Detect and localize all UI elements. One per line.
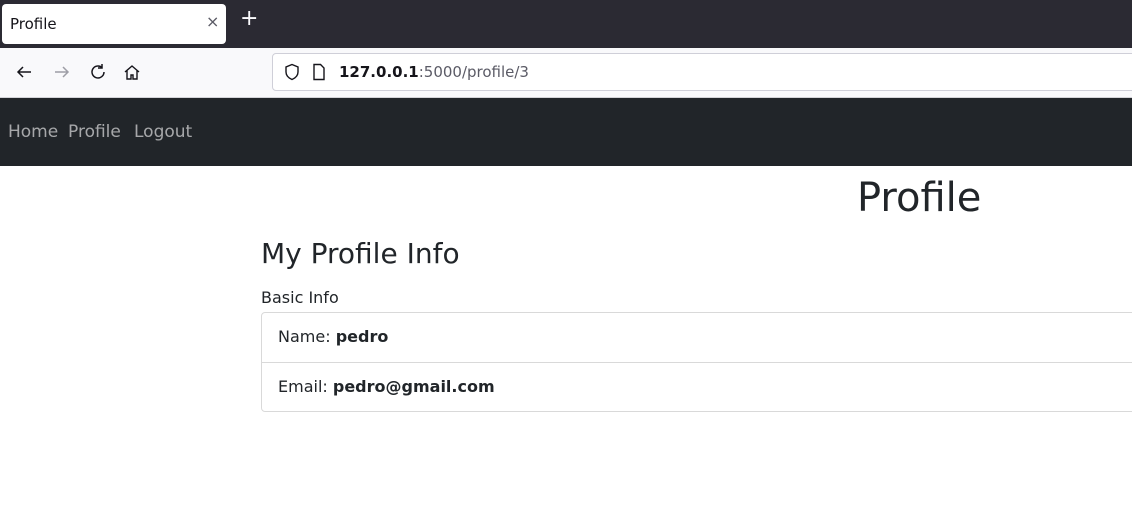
close-tab-icon[interactable]: ×	[206, 12, 219, 31]
page-icon[interactable]	[311, 63, 327, 85]
browser-toolbar: 127.0.0.1:5000/profile/3	[0, 48, 1132, 98]
new-tab-button[interactable]: +	[240, 8, 258, 30]
browser-tab-strip: Profile × +	[0, 0, 1132, 48]
section-title: My Profile Info	[261, 237, 460, 270]
url-path: :5000/profile/3	[418, 63, 529, 81]
url-bar[interactable]: 127.0.0.1:5000/profile/3	[272, 53, 1132, 91]
browser-tab[interactable]: Profile ×	[2, 4, 226, 44]
email-label: Email:	[278, 377, 333, 396]
email-value: pedro@gmail.com	[332, 377, 495, 396]
basic-info-label: Basic Info	[261, 288, 339, 307]
home-icon[interactable]	[122, 62, 142, 82]
name-label: Name:	[278, 327, 336, 346]
list-item-name: Name: pedro	[262, 313, 1132, 362]
nav-profile-link[interactable]: Profile	[68, 122, 121, 142]
url-host: 127.0.0.1	[339, 63, 419, 81]
profile-info-list: Name: pedro Email: pedro@gmail.com	[261, 312, 1132, 412]
page-title: Profile	[857, 175, 982, 221]
url-text[interactable]: 127.0.0.1:5000/profile/3	[339, 63, 529, 81]
name-value: pedro	[335, 327, 389, 346]
reload-icon[interactable]	[88, 62, 108, 82]
forward-icon[interactable]	[52, 62, 72, 82]
site-navbar: Home Profile Logout	[0, 98, 1132, 166]
nav-logout-link[interactable]: Logout	[134, 122, 192, 142]
shield-icon[interactable]	[283, 63, 301, 85]
nav-home-link[interactable]: Home	[8, 122, 58, 142]
back-icon[interactable]	[14, 62, 34, 82]
tab-title: Profile	[10, 15, 57, 33]
list-item-email: Email: pedro@gmail.com	[262, 362, 1132, 411]
